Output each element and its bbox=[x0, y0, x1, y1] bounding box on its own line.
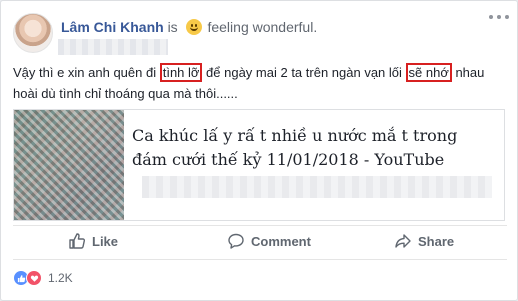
comment-icon bbox=[228, 233, 244, 249]
feeling-text: feeling wonderful. bbox=[207, 19, 318, 35]
author-name[interactable]: Lâm Chi Khanh bbox=[61, 19, 164, 35]
highlight-box: sẽ nhớ bbox=[405, 63, 452, 82]
timestamp-redacted bbox=[58, 39, 168, 55]
post-text-part: để ngày mai 2 ta trên ngàn vạn lối bbox=[202, 65, 406, 80]
divider bbox=[13, 225, 507, 226]
is-text: is bbox=[167, 19, 178, 35]
link-description-redacted bbox=[142, 176, 492, 198]
link-title[interactable]: Ca khúc lấ y rấ t nhiề u nước mắ t trong… bbox=[132, 124, 492, 172]
like-button[interactable]: Like bbox=[68, 227, 118, 255]
post-text: Vậy thì e xin anh quên đi tình lỡ để ngà… bbox=[13, 62, 507, 104]
like-label: Like bbox=[92, 233, 119, 249]
post-card: Lâm Chi Khanh is feeling wonderful. Vậy … bbox=[0, 0, 518, 301]
reaction-summary[interactable]: 1.2K bbox=[13, 269, 73, 287]
like-icon bbox=[69, 233, 86, 249]
share-button[interactable]: Share bbox=[394, 227, 454, 255]
smiley-icon bbox=[185, 19, 202, 35]
avatar[interactable] bbox=[13, 13, 53, 53]
reaction-count[interactable]: 1.2K bbox=[48, 271, 73, 285]
share-icon bbox=[395, 234, 411, 248]
action-bar: Like Comment Share bbox=[13, 227, 507, 255]
comment-label: Comment bbox=[251, 233, 311, 249]
post-text-part: Vậy thì e xin anh quên đi bbox=[13, 65, 160, 80]
share-label: Share bbox=[418, 233, 455, 249]
more-dots-icon[interactable] bbox=[489, 11, 509, 23]
link-thumbnail[interactable] bbox=[14, 110, 124, 220]
highlight-box: tình lỡ bbox=[159, 63, 203, 82]
love-reaction-icon bbox=[26, 270, 42, 286]
link-preview[interactable]: Ca khúc lấ y rấ t nhiề u nước mắ t trong… bbox=[13, 109, 505, 221]
divider bbox=[13, 259, 507, 260]
author-line: Lâm Chi Khanh is feeling wonderful. bbox=[61, 18, 317, 36]
comment-button[interactable]: Comment bbox=[227, 227, 311, 255]
